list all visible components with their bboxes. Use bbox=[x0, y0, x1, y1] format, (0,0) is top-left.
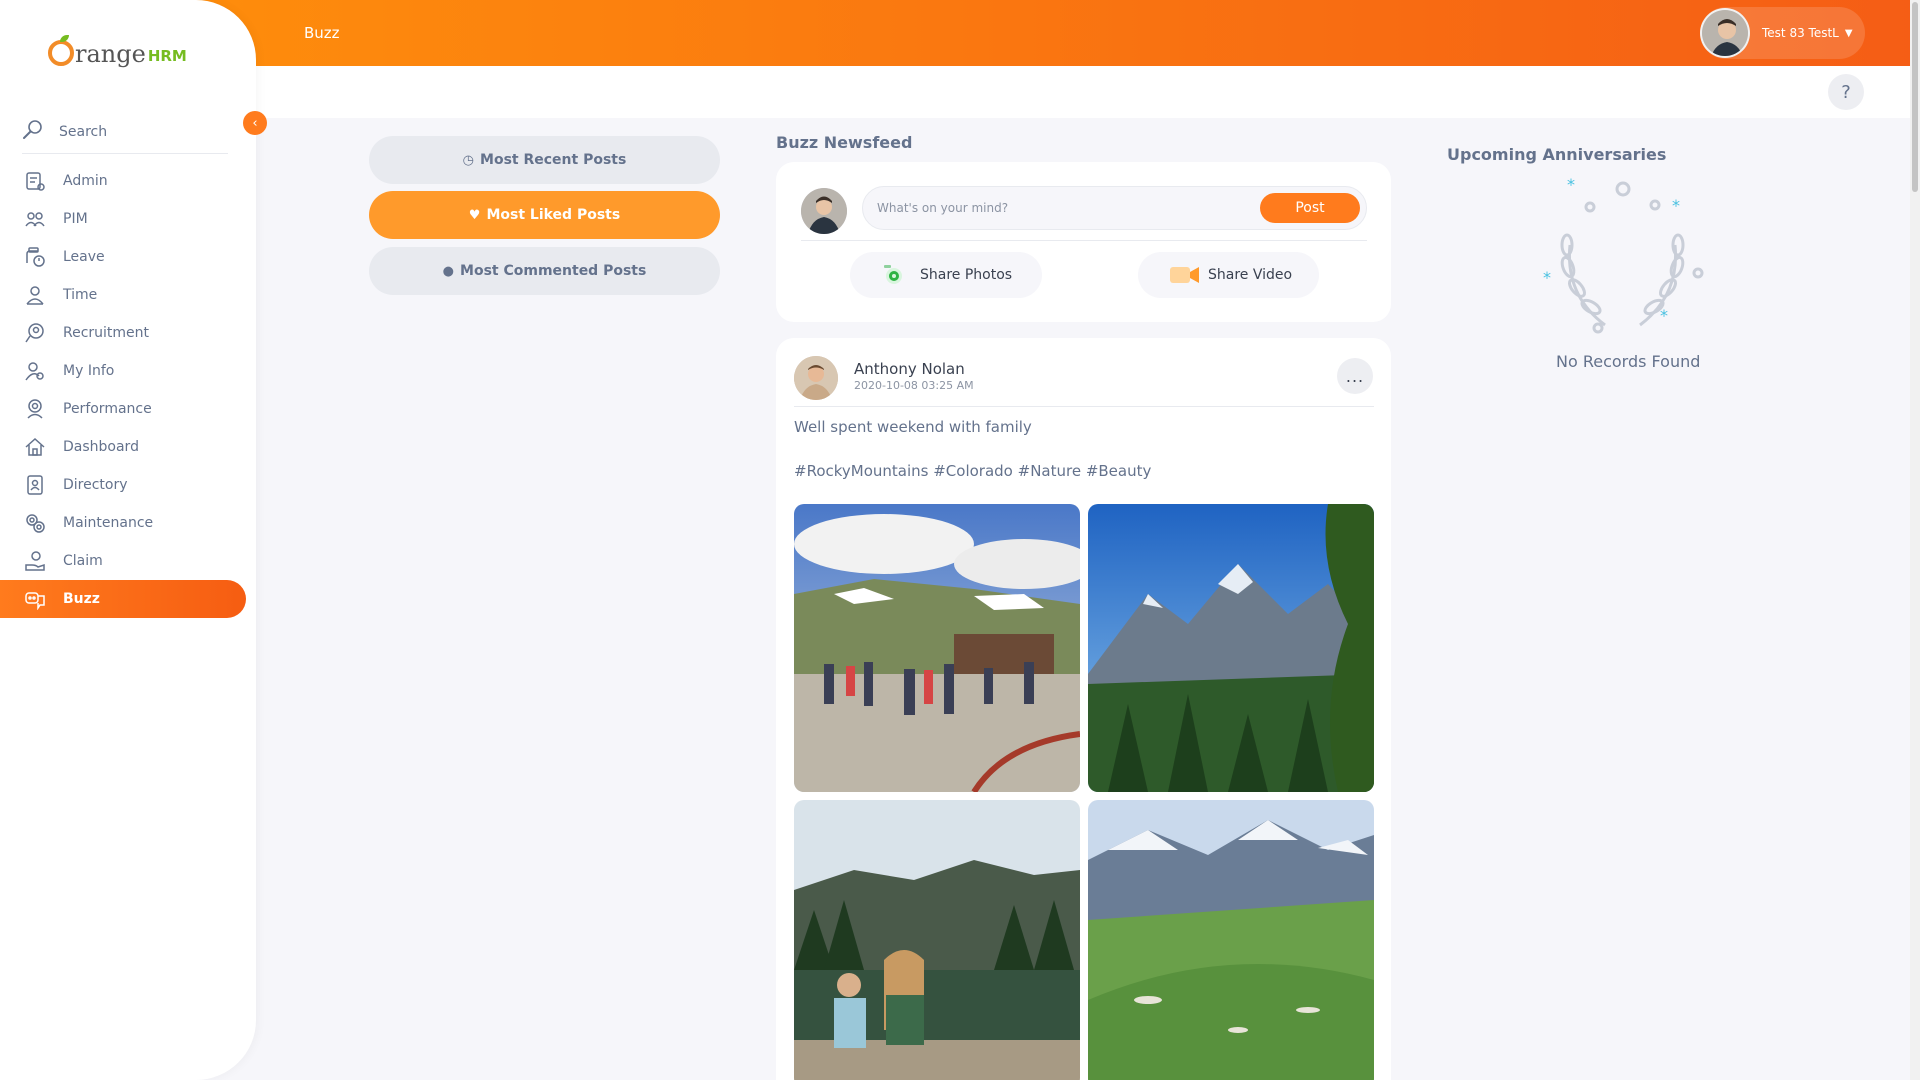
sidebar-item-leave[interactable]: Leave bbox=[0, 238, 246, 276]
time-icon bbox=[22, 282, 48, 308]
claim-icon bbox=[22, 548, 48, 574]
help-button[interactable]: ? bbox=[1828, 74, 1864, 110]
svg-text:*: * bbox=[1660, 306, 1668, 325]
directory-icon bbox=[22, 472, 48, 498]
sidebar-item-pim[interactable]: PIM bbox=[0, 200, 246, 238]
anniversaries-title: Upcoming Anniversaries bbox=[1447, 145, 1667, 164]
user-dropdown[interactable]: Test 83 TestL ▼ bbox=[1700, 7, 1865, 59]
compose-input[interactable]: What's on your mind? Post bbox=[862, 186, 1367, 230]
sub-header bbox=[0, 66, 1920, 118]
laurel-wreath-icon: * * * * bbox=[1535, 175, 1710, 340]
compose-post-card: What's on your mind? Post Share Photos S… bbox=[776, 162, 1391, 322]
post-hashtags: #RockyMountains #Colorado #Nature #Beaut… bbox=[794, 462, 1152, 480]
post-photo[interactable] bbox=[794, 800, 1080, 1080]
user-name: Test 83 TestL bbox=[1762, 26, 1839, 40]
post-photo[interactable] bbox=[1088, 504, 1374, 792]
photo-icon bbox=[882, 265, 908, 285]
sidebar-item-my-info[interactable]: My Info bbox=[0, 352, 246, 390]
scrollbar-thumb[interactable] bbox=[1912, 2, 1918, 192]
most-commented-posts-button[interactable]: ● Most Commented Posts bbox=[369, 247, 720, 295]
most-recent-posts-button[interactable]: ◷ Most Recent Posts bbox=[369, 136, 720, 184]
post-card: Anthony Nolan 2020-10-08 03:25 AM ... We… bbox=[776, 338, 1391, 1080]
recruitment-icon bbox=[22, 320, 48, 346]
svg-text:*: * bbox=[1543, 268, 1551, 287]
sidebar-search[interactable]: Search bbox=[22, 110, 228, 154]
search-icon bbox=[22, 119, 44, 145]
post-author[interactable]: Anthony Nolan bbox=[854, 360, 965, 378]
scrollbar[interactable] bbox=[1910, 0, 1920, 1080]
video-camera-icon bbox=[1170, 265, 1199, 285]
sidebar-item-recruitment[interactable]: Recruitment bbox=[0, 314, 246, 352]
divider bbox=[794, 406, 1374, 407]
sidebar: range HRM Search Admin PIM Leave Time Re… bbox=[0, 0, 256, 1080]
performance-icon bbox=[22, 396, 48, 422]
sidebar-item-buzz[interactable]: Buzz bbox=[0, 580, 246, 618]
svg-text:*: * bbox=[1567, 175, 1575, 194]
post-date: 2020-10-08 03:25 AM bbox=[854, 379, 974, 392]
post-photo[interactable] bbox=[794, 504, 1080, 792]
sidebar-item-dashboard[interactable]: Dashboard bbox=[0, 428, 246, 466]
heart-icon: ♥ bbox=[468, 207, 481, 223]
avatar bbox=[1700, 8, 1750, 58]
share-video-button[interactable]: Share Video bbox=[1138, 252, 1319, 298]
caret-down-icon: ▼ bbox=[1844, 27, 1853, 39]
most-liked-posts-button[interactable]: ♥ Most Liked Posts bbox=[369, 191, 720, 239]
pim-icon bbox=[22, 206, 48, 232]
post-text: Well spent weekend with family bbox=[794, 418, 1032, 436]
post-button[interactable]: Post bbox=[1260, 193, 1360, 223]
svg-text:*: * bbox=[1672, 196, 1680, 215]
no-records-text: No Records Found bbox=[1556, 352, 1701, 371]
divider bbox=[801, 240, 1367, 241]
post-photo[interactable] bbox=[1088, 800, 1374, 1080]
sidebar-item-performance[interactable]: Performance bbox=[0, 390, 246, 428]
main-menu: Admin PIM Leave Time Recruitment My Info… bbox=[0, 162, 256, 618]
orangehrm-logo: range HRM bbox=[48, 30, 187, 66]
sidebar-item-claim[interactable]: Claim bbox=[0, 542, 246, 580]
sidebar-item-time[interactable]: Time bbox=[0, 276, 246, 314]
admin-icon bbox=[22, 168, 48, 194]
more-options-button[interactable]: ... bbox=[1337, 358, 1373, 394]
avatar bbox=[801, 188, 847, 234]
newsfeed-title: Buzz Newsfeed bbox=[776, 133, 913, 152]
sidebar-item-admin[interactable]: Admin bbox=[0, 162, 246, 200]
comment-icon: ● bbox=[442, 263, 455, 279]
sidebar-item-directory[interactable]: Directory bbox=[0, 466, 246, 504]
maintenance-icon bbox=[22, 510, 48, 536]
sidebar-item-maintenance[interactable]: Maintenance bbox=[0, 504, 246, 542]
search-input[interactable]: Search bbox=[59, 124, 107, 140]
my-info-icon bbox=[22, 358, 48, 384]
avatar bbox=[794, 356, 838, 400]
clock-icon: ◷ bbox=[462, 152, 475, 168]
buzz-icon bbox=[22, 586, 48, 612]
collapse-sidebar-button[interactable]: ‹ bbox=[243, 111, 267, 135]
top-bar: Buzz Test 83 TestL ▼ bbox=[0, 0, 1920, 66]
leave-icon bbox=[22, 244, 48, 270]
share-photos-button[interactable]: Share Photos bbox=[850, 252, 1042, 298]
dashboard-icon bbox=[22, 434, 48, 460]
breadcrumb: Buzz bbox=[304, 24, 340, 42]
